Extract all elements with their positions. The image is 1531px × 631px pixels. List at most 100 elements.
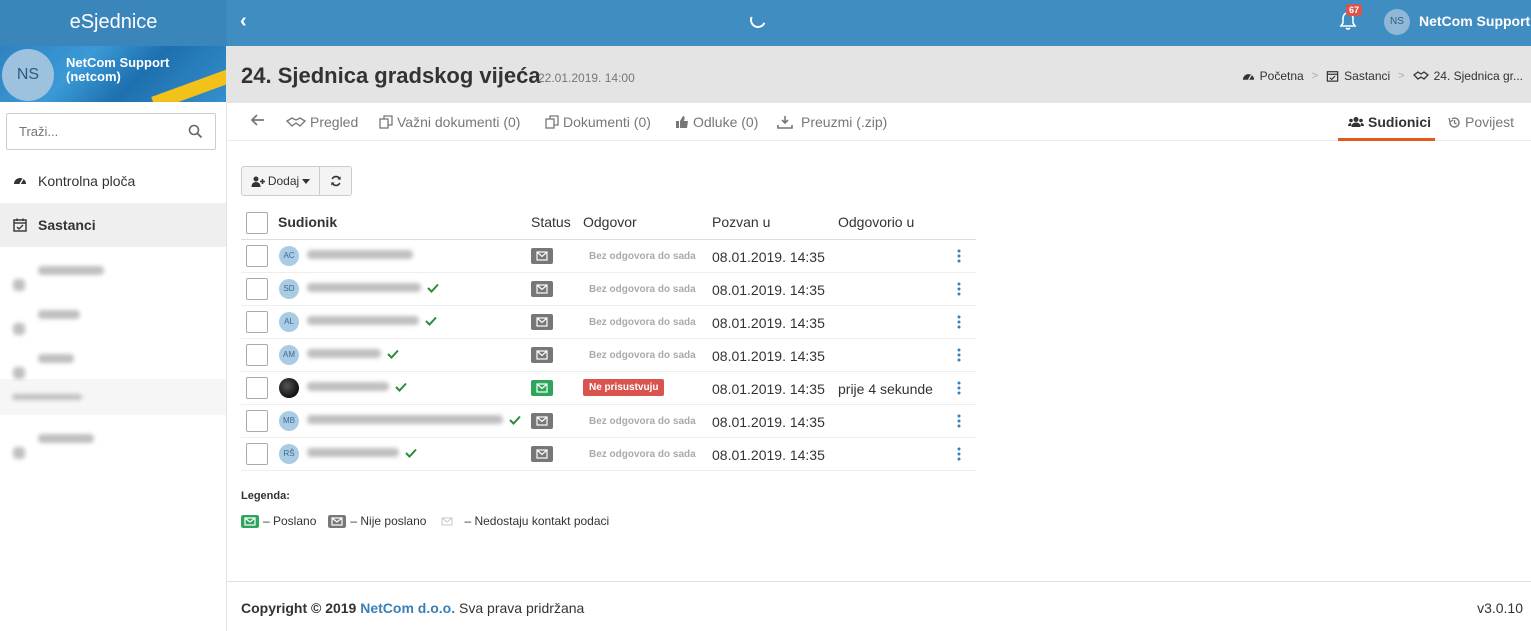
invited-at: 08.01.2019. 14:35 <box>712 447 825 463</box>
row-actions-kebab-icon[interactable] <box>957 348 961 362</box>
sidebar-item-redacted[interactable] <box>0 335 226 380</box>
breadcrumb-meetings[interactable]: Sastanci <box>1344 69 1390 83</box>
user-menu[interactable]: NetCom Support <box>1419 13 1530 29</box>
row-actions-kebab-icon[interactable] <box>957 249 961 263</box>
column-header-invited[interactable]: Pozvan u <box>712 214 770 230</box>
invited-at: 08.01.2019. 14:35 <box>712 249 825 265</box>
tab-pregled[interactable]: Pregled <box>286 114 358 130</box>
tab-odluke[interactable]: Odluke (0) <box>675 114 758 130</box>
participants-table: Sudionik Status Odgovor Pozvan u Odgovor… <box>241 205 976 471</box>
breadcrumb: Početna > Sastanci > 24. Sjednica gr... <box>1242 69 1523 83</box>
check-icon <box>395 382 407 392</box>
breadcrumb-separator: > <box>1398 70 1405 82</box>
column-header-participant[interactable]: Sudionik <box>278 214 337 230</box>
row-checkbox[interactable] <box>246 278 268 300</box>
envelope-sent-icon[interactable] <box>531 380 553 396</box>
answer-status: Bez odgovora do sada <box>589 449 696 460</box>
refresh-button[interactable] <box>320 167 351 195</box>
search-input[interactable] <box>7 114 177 149</box>
row-actions-kebab-icon[interactable] <box>957 282 961 296</box>
sidebar-item-label: Kontrolna ploča <box>38 173 136 189</box>
legend-label: – Poslano <box>263 514 317 528</box>
sidebar-item-redacted[interactable] <box>0 247 226 292</box>
row-actions-kebab-icon[interactable] <box>957 447 961 461</box>
tab-sudionici[interactable]: Sudionici <box>1348 114 1431 130</box>
row-checkbox[interactable] <box>246 377 268 399</box>
sidebar-item-kontrolna-ploca[interactable]: Kontrolna ploča <box>0 159 226 203</box>
redacted-label <box>38 265 104 275</box>
envelope-not-sent-icon[interactable] <box>531 281 553 297</box>
brand-logo[interactable]: eSjednice <box>0 0 227 46</box>
table-row[interactable]: AC Bez odgovora do sada 08.01.2019. 14:35 <box>241 240 976 273</box>
add-participant-button[interactable]: Dodaj <box>242 167 320 195</box>
sidebar-item-redacted[interactable] <box>0 415 226 460</box>
row-actions-kebab-icon[interactable] <box>957 414 961 428</box>
table-row[interactable]: Ne prisustvuju 08.01.2019. 14:35 prije 4 s… <box>241 372 976 405</box>
participant-avatar: AL <box>279 312 299 332</box>
redacted-label <box>38 309 80 319</box>
table-row[interactable]: SD Bez odgovora do sada 08.01.2019. 14:35 <box>241 273 976 306</box>
tab-back[interactable] <box>251 114 269 126</box>
participant-avatar: AM <box>279 345 299 365</box>
participant-name-redacted <box>307 250 413 259</box>
row-checkbox[interactable] <box>246 443 268 465</box>
envelope-not-sent-icon[interactable] <box>531 314 553 330</box>
table-row[interactable]: AM Bez odgovora do sada 08.01.2019. 14:35 <box>241 339 976 372</box>
answer-status: Bez odgovora do sada <box>589 284 696 295</box>
company-link[interactable]: NetCom d.o.o. <box>360 600 455 616</box>
tab-vazni-dokumenti[interactable]: Važni dokumenti (0) <box>379 114 520 130</box>
column-header-responded[interactable]: Odgovorio u <box>838 214 914 230</box>
envelope-not-sent-icon[interactable] <box>531 347 553 363</box>
breadcrumb-current: 24. Sjednica gr... <box>1433 69 1523 83</box>
check-icon <box>425 316 437 326</box>
top-bar: eSjednice ‹ 67 NS NetCom Support <box>0 0 1531 46</box>
app-version: v3.0.10 <box>1477 600 1523 616</box>
search-icon[interactable] <box>188 124 203 139</box>
participant-avatar: RŠ <box>279 444 299 464</box>
handshake-icon <box>1412 71 1429 80</box>
participant-name-redacted <box>307 448 399 457</box>
handshake-icon <box>286 117 306 127</box>
row-actions-kebab-icon[interactable] <box>957 381 961 395</box>
row-checkbox[interactable] <box>246 344 268 366</box>
row-checkbox[interactable] <box>246 410 268 432</box>
answer-status: Bez odgovora do sada <box>589 251 696 262</box>
envelope-not-sent-icon[interactable] <box>531 446 553 462</box>
invited-at: 08.01.2019. 14:35 <box>712 315 825 331</box>
tab-label: Odluke (0) <box>693 114 759 130</box>
participant-name-redacted <box>307 349 381 358</box>
profile-panel: NS NetCom Support (netcom) <box>0 46 226 102</box>
column-header-status[interactable]: Status <box>531 214 571 230</box>
row-checkbox[interactable] <box>246 311 268 333</box>
breadcrumb-separator: > <box>1311 70 1319 82</box>
sidebar-item-sastanci[interactable]: Sastanci <box>0 203 226 247</box>
row-actions-kebab-icon[interactable] <box>957 315 961 329</box>
redacted-icon <box>13 262 27 292</box>
user-avatar[interactable]: NS <box>1384 9 1410 35</box>
copyright: Copyright © 2019 NetCom d.o.o. Sva prava… <box>241 600 584 616</box>
page-title: 24. Sjednica gradskog vijeća <box>241 63 541 88</box>
row-checkbox[interactable] <box>246 245 268 267</box>
sidebar-toggle-chevron-icon[interactable]: ‹ <box>240 11 247 31</box>
table-row[interactable]: RŠ Bez odgovora do sada 08.01.2019. 14:35 <box>241 438 976 471</box>
sidebar-nav: Kontrolna ploča Sastanci <box>0 159 226 460</box>
envelope-not-sent-icon[interactable] <box>531 413 553 429</box>
envelope-not-sent-icon[interactable] <box>531 248 553 264</box>
caret-down-icon <box>302 178 311 184</box>
users-icon <box>1348 117 1364 127</box>
select-all-checkbox[interactable] <box>246 212 268 234</box>
legend-title: Legenda: <box>241 490 290 502</box>
sidebar-item-redacted[interactable] <box>0 291 226 336</box>
thumbs-up-icon <box>676 116 688 128</box>
table-row[interactable]: AL Bez odgovora do sada 08.01.2019. 14:35 <box>241 306 976 339</box>
table-row[interactable]: MB Bez odgovora do sada 08.01.2019. 14:35 <box>241 405 976 438</box>
footer: Copyright © 2019 NetCom d.o.o. Sva prava… <box>227 581 1531 631</box>
tab-povijest[interactable]: Povijest <box>1448 114 1514 130</box>
notification-count-badge: 67 <box>1346 4 1363 16</box>
breadcrumb-home[interactable]: Početna <box>1260 69 1304 83</box>
column-header-answer[interactable]: Odgovor <box>583 214 637 230</box>
redacted-label <box>38 433 94 443</box>
tab-preuzmi[interactable]: Preuzmi (.zip) <box>777 114 887 130</box>
profile-avatar[interactable]: NS <box>2 49 54 101</box>
tab-dokumenti[interactable]: Dokumenti (0) <box>545 114 651 130</box>
